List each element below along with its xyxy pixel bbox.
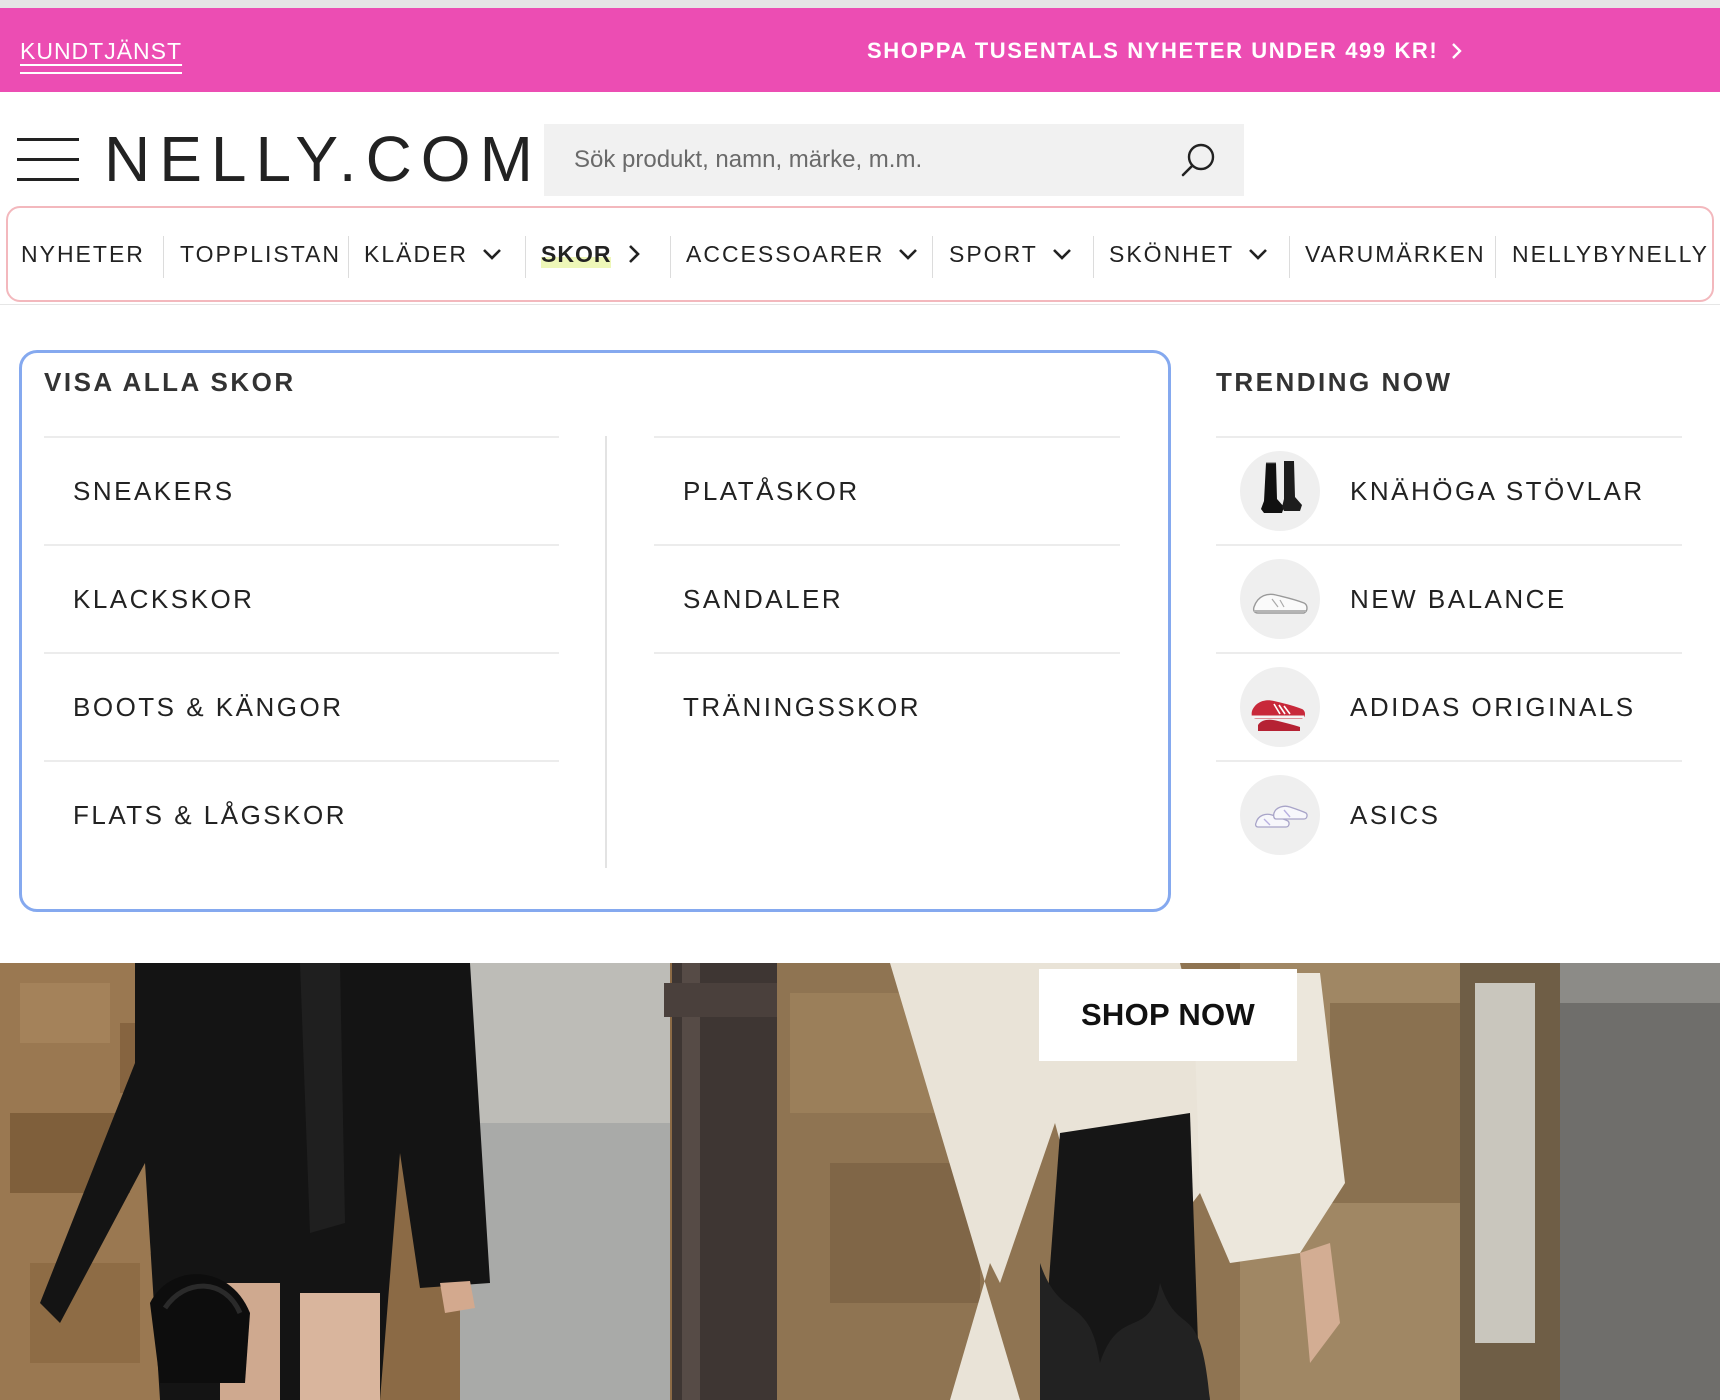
column-divider	[605, 436, 607, 868]
trending-label: ASICS	[1350, 799, 1441, 830]
nav-label: TOPPLISTAN	[180, 240, 342, 267]
shop-now-button[interactable]: SHOP NOW	[1039, 969, 1297, 1061]
nav-item-nellybynelly[interactable]: NELLYBYNELLY	[1512, 208, 1709, 300]
nav-item-nyheter[interactable]: NYHETER	[21, 208, 145, 300]
nav-item-klader[interactable]: KLÄDER	[364, 208, 502, 300]
nav-divider	[525, 236, 526, 278]
nav-divider	[932, 236, 933, 278]
nav-label: SKÖNHET	[1109, 240, 1235, 267]
submenu-item-sneakers[interactable]: SNEAKERS	[44, 436, 559, 544]
chevron-right-icon	[629, 245, 641, 263]
hero-campaign-image	[0, 963, 1720, 1400]
nav-divider	[670, 236, 671, 278]
trending-label: NEW BALANCE	[1350, 583, 1567, 614]
nav-divider	[1289, 236, 1290, 278]
trending-label: ADIDAS ORIGINALS	[1350, 691, 1636, 722]
trending-item-asics[interactable]: ASICS	[1216, 760, 1682, 868]
view-all-shoes-link[interactable]: VISA ALLA SKOR	[44, 367, 296, 398]
nav-divider	[1093, 236, 1094, 278]
knee-boots-icon	[1261, 461, 1302, 513]
chevron-down-icon	[899, 249, 918, 260]
nav-item-accessoarer[interactable]: ACCESSOARER	[686, 208, 918, 300]
trending-thumbnail	[1240, 667, 1320, 747]
promo-bar: KUNDTJÄNST SHOPPA TUSENTALS NYHETER UNDE…	[0, 8, 1720, 92]
nav-label: ACCESSOARER	[686, 240, 885, 267]
nav-item-skonhet[interactable]: SKÖNHET	[1109, 208, 1268, 300]
nav-item-skor[interactable]: SKOR	[541, 208, 641, 300]
window-top-edge	[0, 0, 1720, 8]
site-logo[interactable]: NELLY.COM	[104, 124, 542, 194]
submenu-item-plataskor[interactable]: PLATÅSKOR	[654, 436, 1120, 544]
nav-item-sport[interactable]: SPORT	[949, 208, 1072, 300]
nav-label: SKOR	[541, 240, 612, 268]
customer-service-link[interactable]: KUNDTJÄNST	[20, 38, 183, 74]
search-bar	[544, 124, 1244, 196]
chevron-down-icon	[1249, 249, 1268, 260]
nav-label: VARUMÄRKEN	[1305, 240, 1486, 267]
promo-message-link[interactable]: SHOPPA TUSENTALS NYHETER UNDER 499 KR!	[867, 38, 1464, 64]
trending-thumbnail	[1240, 775, 1320, 855]
nav-item-varumarken[interactable]: VARUMÄRKEN	[1305, 208, 1486, 300]
white-sneakers-pair-icon	[1254, 805, 1308, 828]
nav-label: NELLYBYNELLY	[1512, 240, 1710, 267]
nav-label: KLÄDER	[364, 240, 469, 267]
promo-message-text: SHOPPA TUSENTALS NYHETER UNDER 499 KR!	[867, 38, 1439, 63]
chevron-down-icon	[483, 249, 501, 260]
red-sneaker-icon	[1251, 700, 1305, 731]
trending-item-new-balance[interactable]: NEW BALANCE	[1216, 544, 1682, 652]
nav-divider	[163, 236, 164, 278]
submenu-item-sandaler[interactable]: SANDALER	[654, 544, 1120, 652]
submenu-item-klackskor[interactable]: KLACKSKOR	[44, 544, 559, 652]
nav-label: SPORT	[949, 240, 1038, 267]
submenu-item-boots-kangor[interactable]: BOOTS & KÄNGOR	[44, 652, 559, 760]
search-input[interactable]	[544, 124, 1144, 196]
trending-thumbnail	[1240, 559, 1320, 639]
trending-thumbnail	[1240, 451, 1320, 531]
nav-divider	[1495, 236, 1496, 278]
trending-heading: TRENDING NOW	[1216, 367, 1453, 397]
trending-item-adidas-originals[interactable]: ADIDAS ORIGINALS	[1216, 652, 1682, 760]
nav-label: NYHETER	[21, 240, 145, 267]
chevron-down-icon	[1052, 249, 1071, 260]
hero-banner[interactable]	[0, 963, 1720, 1400]
nav-divider	[348, 236, 349, 278]
search-icon[interactable]	[1180, 141, 1218, 179]
nav-divider-line	[0, 304, 1720, 305]
nav-item-topplistan[interactable]: TOPPLISTAN	[180, 208, 341, 300]
chevron-right-icon	[1452, 43, 1463, 59]
white-sneaker-icon	[1252, 593, 1308, 614]
main-navigation: NYHETER TOPPLISTAN KLÄDER SKOR ACCESSOAR…	[6, 206, 1714, 302]
trending-label: KNÄHÖGA STÖVLAR	[1350, 475, 1645, 506]
hamburger-menu-icon[interactable]	[17, 138, 79, 182]
submenu-item-traningsskor[interactable]: TRÄNINGSSKOR	[654, 652, 1120, 760]
submenu-item-flats-lagskor[interactable]: FLATS & LÅGSKOR	[44, 760, 559, 868]
trending-item-knee-boots[interactable]: KNÄHÖGA STÖVLAR	[1216, 436, 1682, 544]
